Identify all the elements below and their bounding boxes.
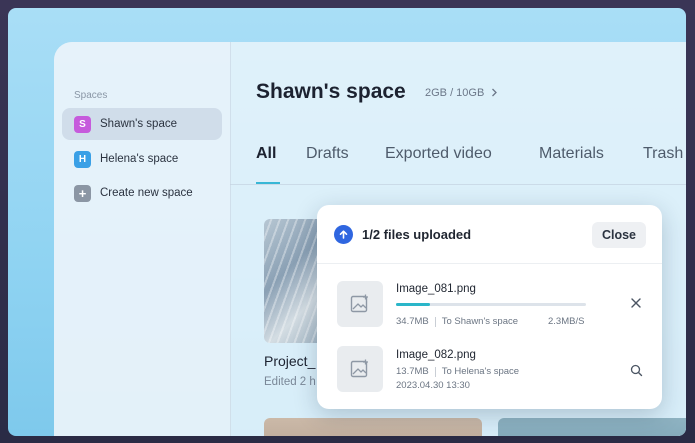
sidebar-item-label: Helena's space — [100, 153, 179, 165]
upload-file-row: Image_081.png 34.7MB To Shawn's space 2.… — [317, 273, 662, 337]
tab-divider — [230, 184, 686, 185]
upload-status-title: 1/2 files uploaded — [362, 227, 472, 242]
file-destination: To Shawn's space — [441, 316, 519, 327]
page-title: Shawn's space — [256, 80, 406, 103]
search-icon[interactable] — [628, 362, 644, 378]
file-size: 13.7MB — [396, 366, 429, 377]
meta-divider — [434, 316, 436, 327]
sidebar: Spaces S Shawn's space H Helena's space … — [54, 42, 231, 436]
upload-speed: 2.3MB/S — [548, 316, 585, 327]
space-badge-h: H — [74, 150, 91, 168]
storage-usage-link[interactable]: 2GB / 10GB — [425, 87, 498, 99]
upload-progress-panel: 1/2 files uploaded Close Image_081.png 3… — [317, 205, 662, 409]
close-button[interactable]: Close — [592, 222, 646, 248]
project-thumbnail[interactable] — [264, 418, 482, 436]
file-meta: 34.7MB To Shawn's space — [396, 316, 518, 327]
project-edited-time: Edited 2 h — [264, 376, 316, 388]
upload-progress-fill — [396, 303, 431, 306]
sidebar-heading: Spaces — [74, 90, 108, 101]
space-badge-s: S — [74, 115, 91, 133]
tab-trash[interactable]: Trash — [643, 145, 683, 163]
project-title[interactable]: Project_ — [264, 353, 315, 369]
upload-progress-bar — [396, 303, 586, 306]
sidebar-item-label: Shawn's space — [100, 118, 177, 130]
file-size: 34.7MB — [396, 316, 429, 327]
tab-drafts[interactable]: Drafts — [306, 145, 349, 163]
tab-exported-video[interactable]: Exported video — [385, 145, 492, 163]
chevron-right-icon — [492, 88, 498, 97]
tab-materials[interactable]: Materials — [539, 145, 604, 163]
file-meta: 13.7MB To Helena's space — [396, 366, 519, 377]
sidebar-item-shawns-space[interactable]: S Shawn's space — [62, 108, 222, 140]
file-destination: To Helena's space — [441, 366, 520, 377]
meta-divider — [434, 366, 436, 377]
image-placeholder-icon — [337, 346, 383, 392]
storage-usage: 2GB / 10GB — [425, 87, 485, 99]
close-icon[interactable] — [628, 295, 644, 311]
sidebar-item-label: Create new space — [100, 187, 193, 199]
sidebar-item-helenas-space[interactable]: H Helena's space — [62, 143, 222, 175]
upload-arrow-icon — [334, 225, 353, 244]
file-name: Image_081.png — [396, 283, 476, 295]
upload-date: 2023.04.30 13:30 — [396, 380, 470, 391]
upload-panel-header: 1/2 files uploaded Close — [317, 205, 662, 264]
project-thumbnail[interactable] — [498, 418, 686, 436]
tab-all[interactable]: All — [256, 145, 276, 163]
upload-file-row: Image_082.png 13.7MB To Helena's space 2… — [317, 339, 662, 403]
file-name: Image_082.png — [396, 349, 476, 361]
sidebar-item-create-new-space[interactable]: + Create new space — [62, 177, 222, 209]
plus-icon: + — [74, 184, 91, 202]
image-placeholder-icon — [337, 281, 383, 327]
